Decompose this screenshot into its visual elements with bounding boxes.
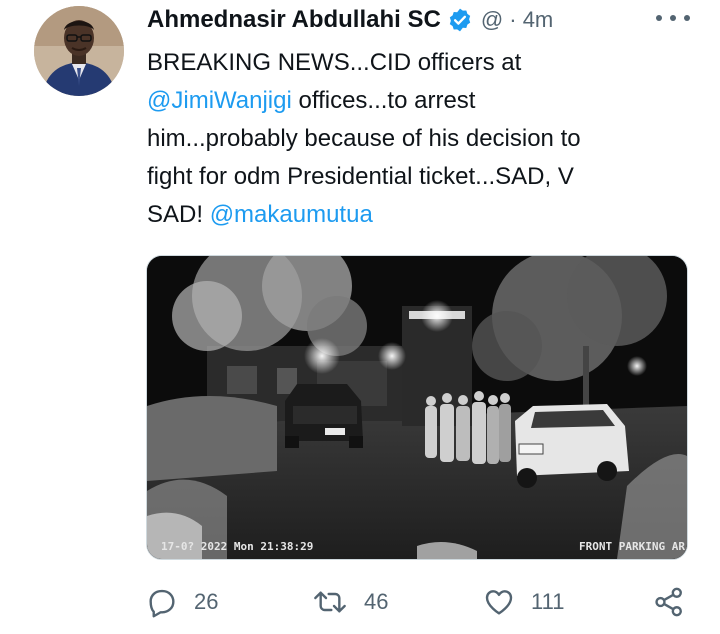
retweet-icon	[312, 586, 348, 618]
share-icon	[652, 585, 686, 619]
mention-link[interactable]: @JimiWanjigi	[147, 87, 292, 114]
tweet-text-segment: BREAKING NEWS...CID officers at	[147, 49, 522, 76]
tweet: Ahmednasir Abdullahi SC @ · 4m BREAKING …	[0, 0, 720, 634]
camera-timestamp: 17-0? 2022 Mon 21:38:29	[161, 540, 314, 553]
handle-and-time: @ · 4m	[480, 7, 554, 32]
tweet-text-segment: offices...to arrest	[291, 87, 476, 114]
tweet-text-line: fight for odm Presidential ticket...SAD,…	[147, 158, 687, 196]
tweet-actions: 26 46 111	[0, 580, 720, 624]
mention-link[interactable]: @makaumutua	[210, 201, 373, 228]
reply-count: 26	[194, 589, 219, 614]
like-button[interactable]: 111	[483, 580, 564, 624]
tweet-text-segment: SAD!	[147, 201, 210, 228]
tweet-header: Ahmednasir Abdullahi SC @ · 4m	[147, 2, 553, 38]
retweet-button[interactable]: 46	[312, 580, 388, 624]
tweet-text-line: SAD! @makaumutua	[147, 196, 687, 234]
tweet-text-line: @JimiWanjigi offices...to arrest	[147, 82, 687, 120]
more-options-icon[interactable]	[656, 6, 690, 30]
tweet-text-segment: fight for odm Presidential ticket...SAD,…	[147, 163, 574, 190]
like-count: 111	[531, 589, 565, 614]
tweet-text: BREAKING NEWS...CID officers at @JimiWanj…	[147, 44, 687, 234]
heart-icon	[483, 586, 515, 618]
reply-icon	[146, 586, 178, 618]
camera-label: FRONT PARKING AR	[579, 540, 685, 553]
retweet-count: 46	[364, 589, 389, 614]
reply-button[interactable]: 26	[146, 580, 218, 624]
share-button[interactable]	[652, 580, 686, 624]
author-name[interactable]: Ahmednasir Abdullahi SC	[147, 6, 441, 34]
verified-badge-icon	[447, 7, 473, 33]
tweet-text-line: BREAKING NEWS...CID officers at	[147, 44, 687, 82]
tweet-text-line: him...probably because of his decision t…	[147, 120, 687, 158]
tweet-text-segment: him...probably because of his decision t…	[147, 125, 581, 152]
avatar[interactable]	[34, 6, 124, 96]
tweet-media-image[interactable]: 17-0? 2022 Mon 21:38:29 FRONT PARKING AR	[146, 255, 688, 560]
